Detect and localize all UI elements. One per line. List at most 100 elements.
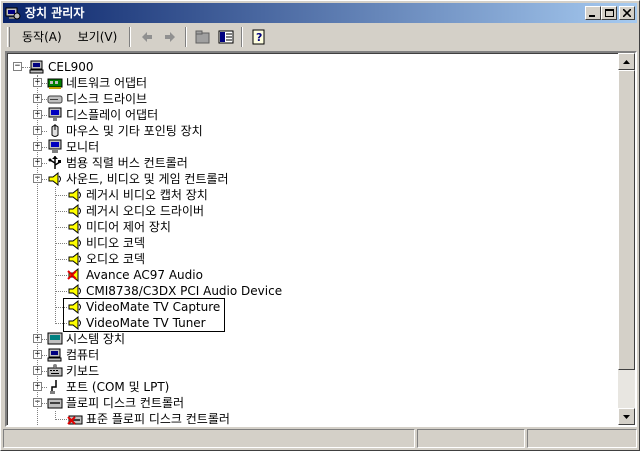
tree-item-label: 컴퓨터 [66,348,100,362]
arrow-up-icon [623,59,630,64]
tree-node[interactable]: 플로피 디스크 컨트롤러 [47,395,184,411]
tree-item-label: 디스플레이 어댑터 [66,108,159,122]
tree-item-label: 마우스 및 기타 포인팅 장치 [66,124,203,138]
scroll-thumb[interactable] [618,70,635,370]
tree-connector [55,419,67,420]
tree-connector [55,195,67,196]
maximize-icon [604,8,614,17]
tree-leaf[interactable]: 레거시 비디오 캡처 장치 [67,187,208,203]
device-tree[interactable]: − CEL900 + 네트워크 어댑터 + 디스크 드라이브 + 디스플레이 어댑터 + 마우스 … [7,53,620,425]
speaker-icon [68,251,81,267]
speaker-disabled-icon [67,267,79,283]
arrow-down-icon [623,414,630,419]
toolbar-grip[interactable] [7,27,10,47]
usb-icon [48,156,61,169]
minimize-button[interactable] [585,6,601,20]
status-pane-main [3,429,415,448]
status-bar [3,429,637,448]
properties-view-button[interactable] [214,26,237,48]
help-button[interactable]: ? [247,26,270,48]
tree-leaf[interactable]: 오디오 코덱 [67,251,145,267]
tree-item-label: 오디오 코덱 [86,252,146,266]
device-tree-panel: − CEL900 + 네트워크 어댑터 + 디스크 드라이브 + 디스플레이 어댑터 + 마우스 … [5,51,637,427]
forward-button[interactable] [158,26,181,48]
device-manager-window: 장치 관리자 동작(A) 보기(V) ? − CEL900 + 네트워크 어댑터… [0,0,640,451]
scroll-up-button[interactable] [618,53,635,70]
tree-leaf[interactable]: Avance AC97 Audio [67,267,203,283]
maximize-button[interactable] [601,6,617,20]
selection-focus-rect [63,298,225,332]
tree-node[interactable]: 디스크 드라이브 [47,91,147,107]
tree-item-label: 플로피 디스크 컨트롤러 [66,396,185,410]
status-pane-2 [417,429,525,448]
computer-icon [29,60,44,74]
floppy-controller-icon [47,398,63,409]
toolbar-separator [241,27,244,47]
tree-item-label: 키보드 [66,364,100,378]
help-icon: ? [252,29,265,45]
tree-connector [55,243,67,244]
tree-connector [55,187,56,324]
menu-view[interactable]: 보기(V) [70,27,126,47]
title-bar[interactable]: 장치 관리자 [3,3,637,23]
speaker-icon [68,203,81,219]
tree-item-label: CMI8738/C3DX PCI Audio Device [86,284,283,298]
network-adapter-icon [47,78,63,89]
tree-item-label: 미디어 제어 장치 [86,220,171,234]
tree-connector [37,75,38,425]
window-title: 장치 관리자 [25,6,85,20]
tree-leaf[interactable]: 레거시 오디오 드라이버 [67,203,204,219]
sound-icon [48,171,61,187]
port-icon [50,380,57,394]
close-icon [623,9,631,17]
minimize-icon [589,15,595,17]
tree-node[interactable]: 키보드 [47,363,99,379]
scroll-down-button[interactable] [618,408,635,425]
tree-node[interactable]: 네트워크 어댑터 [47,75,147,91]
tree-node[interactable]: 사운드, 비디오 및 게임 컨트롤러 [47,171,229,187]
status-pane-3 [527,429,637,448]
tree-leaf[interactable]: CMI8738/C3DX PCI Audio Device [67,283,282,299]
tree-item-label: 범용 직렬 버스 컨트롤러 [66,156,188,170]
tree-node[interactable]: 컴퓨터 [47,347,99,363]
tree-node[interactable]: 모니터 [47,139,99,155]
tree-item-label: 레거시 오디오 드라이버 [86,204,205,218]
tree-leaf[interactable]: 표준 플로피 디스크 컨트롤러 [67,411,230,425]
tree-item-label: 디스크 드라이브 [66,92,148,106]
menu-action[interactable]: 동작(A) [14,27,70,47]
forward-arrow-icon [164,32,175,42]
tree-item-label: Avance AC97 Audio [86,268,203,282]
device-manager-icon [5,7,21,20]
tree-node[interactable]: 디스플레이 어댑터 [47,107,158,123]
tree-leaf[interactable]: 비디오 코덱 [67,235,145,251]
tree-connector [55,411,56,420]
tree-item-label: 포트 (COM 및 LPT) [66,380,170,394]
vertical-scrollbar[interactable] [618,53,635,425]
tree-node[interactable]: 마우스 및 기타 포인팅 장치 [47,123,203,139]
collapse-toggle[interactable]: − [13,62,22,71]
speaker-icon [68,219,81,235]
folder-up-icon [195,30,210,44]
floppy-controller-error-icon [67,415,83,425]
monitor-icon [48,139,62,153]
menu-toolbar: 동작(A) 보기(V) ? [3,25,637,49]
disk-drive-icon [47,95,63,104]
tree-node[interactable]: 포트 (COM 및 LPT) [47,379,169,395]
tree-item-label: 모니터 [66,140,100,154]
tree-node[interactable]: 시스템 장치 [47,331,125,347]
tree-item-label: CEL900 [48,60,94,74]
tree-connector [55,227,67,228]
tree-root-computer[interactable]: CEL900 [29,59,94,75]
tree-node[interactable]: 범용 직렬 버스 컨트롤러 [47,155,188,171]
tree-leaf[interactable]: 미디어 제어 장치 [67,219,171,235]
svg-text:?: ? [256,31,262,44]
tree-item-label: 레거시 비디오 캡처 장치 [86,188,208,202]
tree-connector [55,211,67,212]
close-button[interactable] [619,6,635,20]
speaker-icon [68,187,81,203]
tree-item-label: 비디오 코덱 [86,236,146,250]
back-button[interactable] [135,26,158,48]
up-level-button[interactable] [191,26,214,48]
tree-item-label: 사운드, 비디오 및 게임 컨트롤러 [66,172,229,186]
speaker-icon [68,283,81,299]
